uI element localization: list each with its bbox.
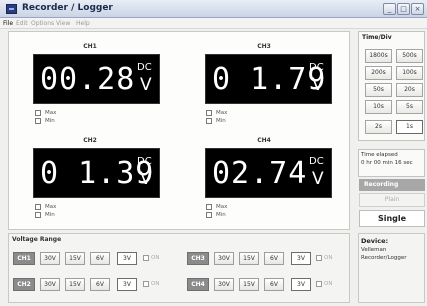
ch4-max-checkbox[interactable] [206,204,212,210]
vr-ch2-30v[interactable]: 30V [40,278,60,291]
vr-ch2-on-label: ON [151,281,160,287]
timediv-200s[interactable]: 200s [365,66,392,80]
device-title: Device: [361,237,389,245]
ch3-max-label: Max [216,110,228,116]
timediv-5s[interactable]: 5s [396,100,423,114]
timediv-20s[interactable]: 20s [396,83,423,97]
menu-edit[interactable]: Edit [16,20,28,27]
ch2-min-label: Min [45,212,55,218]
ch4-value: 02.74 [212,156,308,191]
ch4-unit: V [312,169,324,189]
voltage-range-panel [8,233,350,303]
ch2-title: CH2 [83,137,97,144]
vr-ch2-on-checkbox[interactable] [143,281,149,287]
recording-label: Recording [364,181,399,188]
vr-ch1-on-label: ON [151,255,160,261]
vr-ch3-30v[interactable]: 30V [214,252,234,265]
timediv-1s[interactable]: 1s [396,120,423,134]
time-elapsed-value: 0 hr 00 min 16 sec [361,160,413,166]
ch2-unit: V [140,169,152,189]
menu-options[interactable]: Options [31,20,54,27]
ch2-min-checkbox[interactable] [35,212,41,218]
menu-bar: File Edit Options View Help [0,18,427,29]
timediv-500s[interactable]: 500s [396,49,423,63]
vr-ch3-3v[interactable]: 3V [291,252,311,265]
vr-ch3-button[interactable]: CH3 [187,252,209,265]
ch1-min-checkbox[interactable] [35,118,41,124]
ch2-max-label: Max [45,204,57,210]
vr-ch3-on-label: ON [324,255,333,261]
timediv-10s[interactable]: 10s [365,100,392,114]
vr-ch1-3v[interactable]: 3V [117,252,137,265]
vr-ch4-15v[interactable]: 15V [239,278,259,291]
ch1-min-label: Min [45,118,55,124]
timediv-50s[interactable]: 50s [365,83,392,97]
vr-ch2-3v[interactable]: 3V [117,278,137,291]
single-button[interactable]: Single [359,210,425,227]
menu-file[interactable]: File [3,20,13,27]
time-elapsed-label: Time elapsed [361,152,398,158]
title-bar: Recorder / Logger _ □ × [0,0,427,18]
timediv-2s[interactable]: 2s [365,120,392,134]
vr-ch4-on-label: ON [324,281,333,287]
ch4-min-label: Min [216,212,226,218]
ch3-unit: V [312,75,324,95]
vr-ch2-6v[interactable]: 6V [90,278,110,291]
vr-ch4-6v[interactable]: 6V [264,278,284,291]
vr-ch2-15v[interactable]: 15V [65,278,85,291]
ch4-title: CH4 [257,137,271,144]
ch1-title: CH1 [83,43,97,50]
vr-ch1-15v[interactable]: 15V [65,252,85,265]
app-icon [6,4,17,14]
time-div-title: Time/Div [362,34,392,41]
maximize-button[interactable]: □ [397,3,410,15]
close-button[interactable]: × [411,3,424,15]
ch4-coupling: DC [309,156,324,167]
timediv-100s[interactable]: 100s [396,66,423,80]
vr-ch2-button[interactable]: CH2 [13,278,35,291]
device-vendor: Velleman [361,247,387,253]
ch2-display: 0 1.39 DC V [33,148,160,198]
ch1-max-label: Max [45,110,57,116]
ch4-display: 02.74 DC V [205,148,332,198]
ch3-title: CH3 [257,43,271,50]
vr-ch3-15v[interactable]: 15V [239,252,259,265]
vr-ch4-button[interactable]: CH4 [187,278,209,291]
vr-ch1-on-checkbox[interactable] [143,255,149,261]
ch3-min-label: Min [216,118,226,124]
vr-ch4-on-checkbox[interactable] [316,281,322,287]
plain-button[interactable]: Plain [359,193,425,207]
ch1-coupling: DC [137,62,152,73]
vr-ch1-button[interactable]: CH1 [13,252,35,265]
menu-help[interactable]: Help [76,20,90,27]
ch4-max-label: Max [216,204,228,210]
vr-ch1-6v[interactable]: 6V [90,252,110,265]
vr-ch3-on-checkbox[interactable] [316,255,322,261]
vr-ch4-3v[interactable]: 3V [291,278,311,291]
vr-ch4-30v[interactable]: 30V [214,278,234,291]
ch3-min-checkbox[interactable] [206,118,212,124]
voltage-range-title: Voltage Range [12,236,62,243]
ch1-value: 00.28 [40,62,136,97]
minimize-button[interactable]: _ [383,3,396,15]
window-title: Recorder / Logger [22,3,113,13]
ch4-min-checkbox[interactable] [206,212,212,218]
vr-ch1-30v[interactable]: 30V [40,252,60,265]
ch3-coupling: DC [309,62,324,73]
timediv-1800s[interactable]: 1800s [365,49,392,63]
ch3-display: 0 1.79 DC V [205,54,332,104]
ch3-max-checkbox[interactable] [206,110,212,116]
ch2-max-checkbox[interactable] [35,204,41,210]
ch1-unit: V [140,75,152,95]
vr-ch3-6v[interactable]: 6V [264,252,284,265]
device-model: Recorder/Logger [361,255,407,261]
ch1-display: 00.28 DC V [33,54,160,104]
menu-view[interactable]: View [56,20,70,27]
ch2-coupling: DC [137,156,152,167]
ch1-max-checkbox[interactable] [35,110,41,116]
